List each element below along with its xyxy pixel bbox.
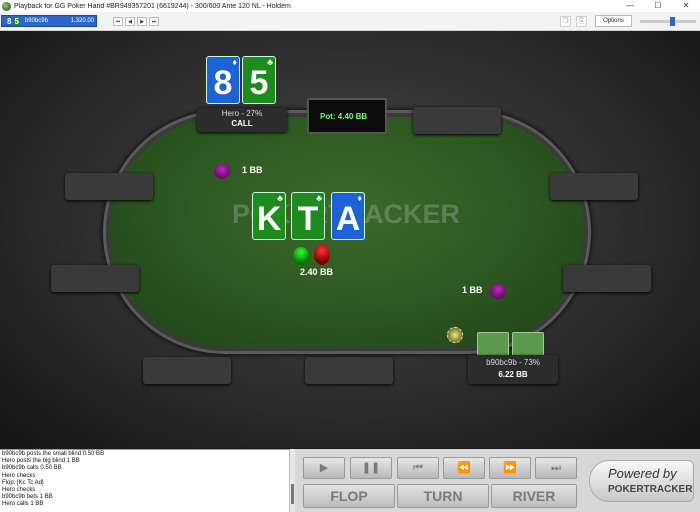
pokertracker-brand: POKERTRACKER — [608, 484, 693, 495]
previous-hand-button[interactable]: ◀ — [125, 17, 135, 26]
pot-display: Pot: 4.40 BB — [307, 98, 387, 134]
maximize-button[interactable]: ☐ — [644, 0, 672, 12]
close-button[interactable]: ✕ — [672, 0, 700, 12]
hero-nameplate: Hero - 27% CALL — [197, 108, 287, 132]
empty-seat — [413, 107, 501, 134]
empty-seat — [143, 357, 231, 384]
next-hand-button[interactable]: ▶ — [137, 17, 147, 26]
window-title: Playback for GG Poker Hand #BR949357201 … — [14, 2, 291, 10]
hand-card-1: 8 — [6, 16, 13, 26]
log-line: b90bc9b posts the small blind 0.50 BB — [2, 451, 105, 457]
card-rank: 8 — [213, 64, 233, 102]
log-line: Hero calls 1 BB — [2, 501, 44, 508]
action-log[interactable]: b90bc9b posts the small blind 0.50 BB He… — [0, 449, 289, 512]
board-card-3: A ♦ — [331, 192, 365, 240]
villain-bet-amount: 1 BB — [462, 285, 483, 295]
villain-name: b90bc9b - 73% — [486, 358, 540, 367]
turn-button[interactable]: TURN — [397, 484, 489, 508]
next-action-button[interactable]: ⏩ — [489, 457, 531, 479]
flop-button[interactable]: FLOP — [303, 484, 395, 508]
empty-seat — [51, 265, 139, 292]
minimize-button[interactable]: — — [616, 0, 644, 12]
last-action-button[interactable]: ⏭ — [535, 457, 577, 479]
club-icon: ♣ — [316, 193, 322, 203]
log-line: Flop: [Kc Tc Ad] — [2, 479, 44, 486]
card-rank: K — [256, 200, 282, 238]
powered-by-text: Powered by — [608, 466, 677, 481]
first-action-button[interactable]: ⏮ — [397, 457, 439, 479]
log-line: b90bc9b bets 1 BB — [2, 494, 53, 501]
speed-slider-thumb[interactable] — [670, 17, 675, 26]
window-titlebar: Playback for GG Poker Hand #BR949357201 … — [0, 0, 700, 12]
hero-bet-amount: 1 BB — [242, 165, 263, 175]
villain-stack: 6.22 BB — [498, 370, 528, 379]
log-line: Hero checks — [2, 487, 36, 494]
pot-amount: Pot: 4.40 BB — [320, 112, 368, 121]
empty-seat — [563, 265, 651, 292]
chip-stack-icon — [214, 164, 230, 179]
pokertracker-app-icon — [2, 1, 11, 11]
board-card-1: K ♣ — [252, 192, 286, 240]
options-button[interactable]: Options — [595, 15, 632, 27]
empty-seat — [305, 357, 393, 384]
hand-selector-id: b90bc9b — [24, 18, 48, 24]
log-line: Hero posts the big blind 1 BB — [2, 458, 80, 465]
center-bet-amount: 2.40 BB — [300, 267, 334, 277]
club-icon: ♣ — [267, 57, 273, 67]
chip-stack-icon — [314, 244, 330, 265]
copy-icon[interactable]: ❐ — [560, 16, 571, 27]
card-rank: A — [335, 200, 361, 238]
chip-stack-icon — [490, 284, 506, 299]
log-scrollbar-thumb[interactable] — [291, 484, 294, 504]
speed-slider[interactable] — [640, 17, 696, 26]
log-line: b90bc9b calls 0.50 BB — [2, 465, 62, 472]
hero-card-1: 8 ♦ — [206, 56, 240, 104]
card-rank: T — [297, 200, 319, 238]
powered-by-logo: Powered by POKERTRACKER — [589, 460, 694, 502]
previous-action-button[interactable]: ⏪ — [443, 457, 485, 479]
empty-seat — [65, 173, 153, 200]
board-card-2: T ♣ — [291, 192, 325, 240]
table-area: POKERTRACKER Pot: 4.40 BB 8 ♦ 5 ♣ Hero -… — [0, 31, 700, 448]
club-icon: ♣ — [277, 193, 283, 203]
hand-selector-amount: 1,320.00 — [70, 18, 94, 24]
diamond-icon: ♦ — [357, 193, 362, 203]
dealer-button-icon — [447, 327, 463, 343]
export-icon[interactable]: ⎘ — [576, 16, 587, 27]
toolbar: 8 5 b90bc9b 1,320.00 ⏮ ◀ ▶ ⏭ ❐ ⎘ Options — [0, 12, 700, 31]
river-button[interactable]: RIVER — [491, 484, 577, 508]
diamond-icon: ♦ — [232, 57, 237, 67]
last-hand-button[interactable]: ⏭ — [149, 17, 159, 26]
hero-action: CALL — [231, 119, 253, 128]
hand-card-2: 5 — [13, 16, 20, 26]
hero-name: Hero - 27% — [221, 109, 263, 118]
pause-button[interactable]: ❚❚ — [350, 457, 392, 479]
card-rank: 5 — [249, 64, 269, 102]
hero-card-2: 5 ♣ — [242, 56, 276, 104]
play-button[interactable]: ▶ — [303, 457, 345, 479]
villain-nameplate: b90bc9b - 73% 6.22 BB — [468, 355, 558, 384]
hand-selector[interactable]: 8 5 b90bc9b 1,320.00 — [1, 15, 97, 27]
chip-stack-icon — [293, 247, 309, 265]
first-hand-button[interactable]: ⏮ — [113, 17, 123, 26]
log-line: Hero checks — [2, 472, 36, 479]
empty-seat — [550, 173, 638, 200]
